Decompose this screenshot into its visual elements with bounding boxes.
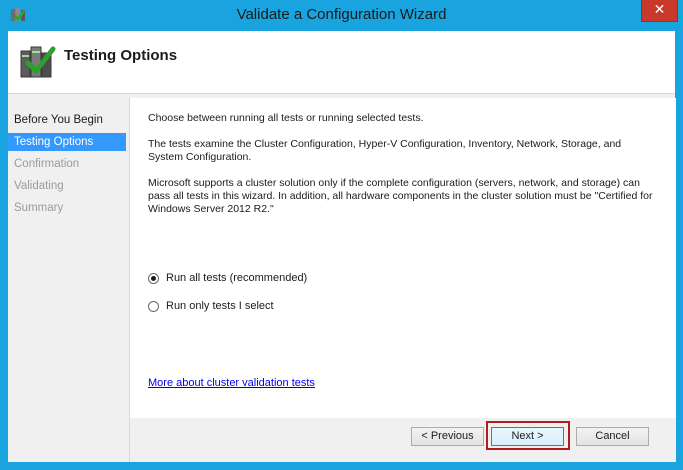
radio-button-selected[interactable] (148, 272, 159, 284)
title-bar[interactable]: Validate a Configuration Wizard ✕ (0, 0, 683, 31)
wizard-step-nav: Before You Begin Testing Options Confirm… (8, 98, 128, 462)
nav-step-summary: Summary (14, 202, 64, 214)
run-selected-tests-label: Run only tests I select (166, 300, 274, 312)
intro-text: Choose between running all tests or runn… (148, 112, 424, 124)
run-selected-tests-option[interactable]: Run only tests I select (148, 298, 274, 314)
run-all-tests-option[interactable]: Run all tests (recommended) (148, 270, 307, 286)
wizard-header: Testing Options (8, 31, 675, 94)
page-title: Testing Options (64, 47, 178, 64)
support-description: Microsoft supports a cluster solution on… (148, 177, 653, 215)
previous-button[interactable]: < Previous (411, 427, 484, 446)
close-button[interactable]: ✕ (641, 0, 678, 22)
more-about-validation-link[interactable]: More about cluster validation tests (148, 377, 315, 389)
window-title: Validate a Configuration Wizard (236, 6, 447, 23)
nav-step-before-you-begin[interactable]: Before You Begin (8, 111, 126, 129)
nav-step-validating: Validating (14, 180, 64, 192)
next-button[interactable]: Next > (491, 427, 564, 446)
nav-step-confirmation: Confirmation (14, 158, 80, 170)
run-all-tests-label: Run all tests (recommended) (166, 272, 308, 284)
validation-checkmark-icon (20, 46, 56, 78)
wizard-client-area: Testing Options Before You Begin Testing… (8, 31, 676, 462)
cancel-button[interactable]: Cancel (576, 427, 649, 446)
tests-description: The tests examine the Cluster Configurat… (148, 138, 622, 163)
nav-step-testing-options[interactable]: Testing Options (8, 133, 126, 151)
button-bar: < Previous Next > Cancel (129, 418, 676, 462)
radio-button-unselected[interactable] (148, 300, 159, 312)
content-panel: Choose between running all tests or runn… (129, 98, 676, 418)
wizard-window: Validate a Configuration Wizard ✕ Testin… (0, 0, 683, 470)
